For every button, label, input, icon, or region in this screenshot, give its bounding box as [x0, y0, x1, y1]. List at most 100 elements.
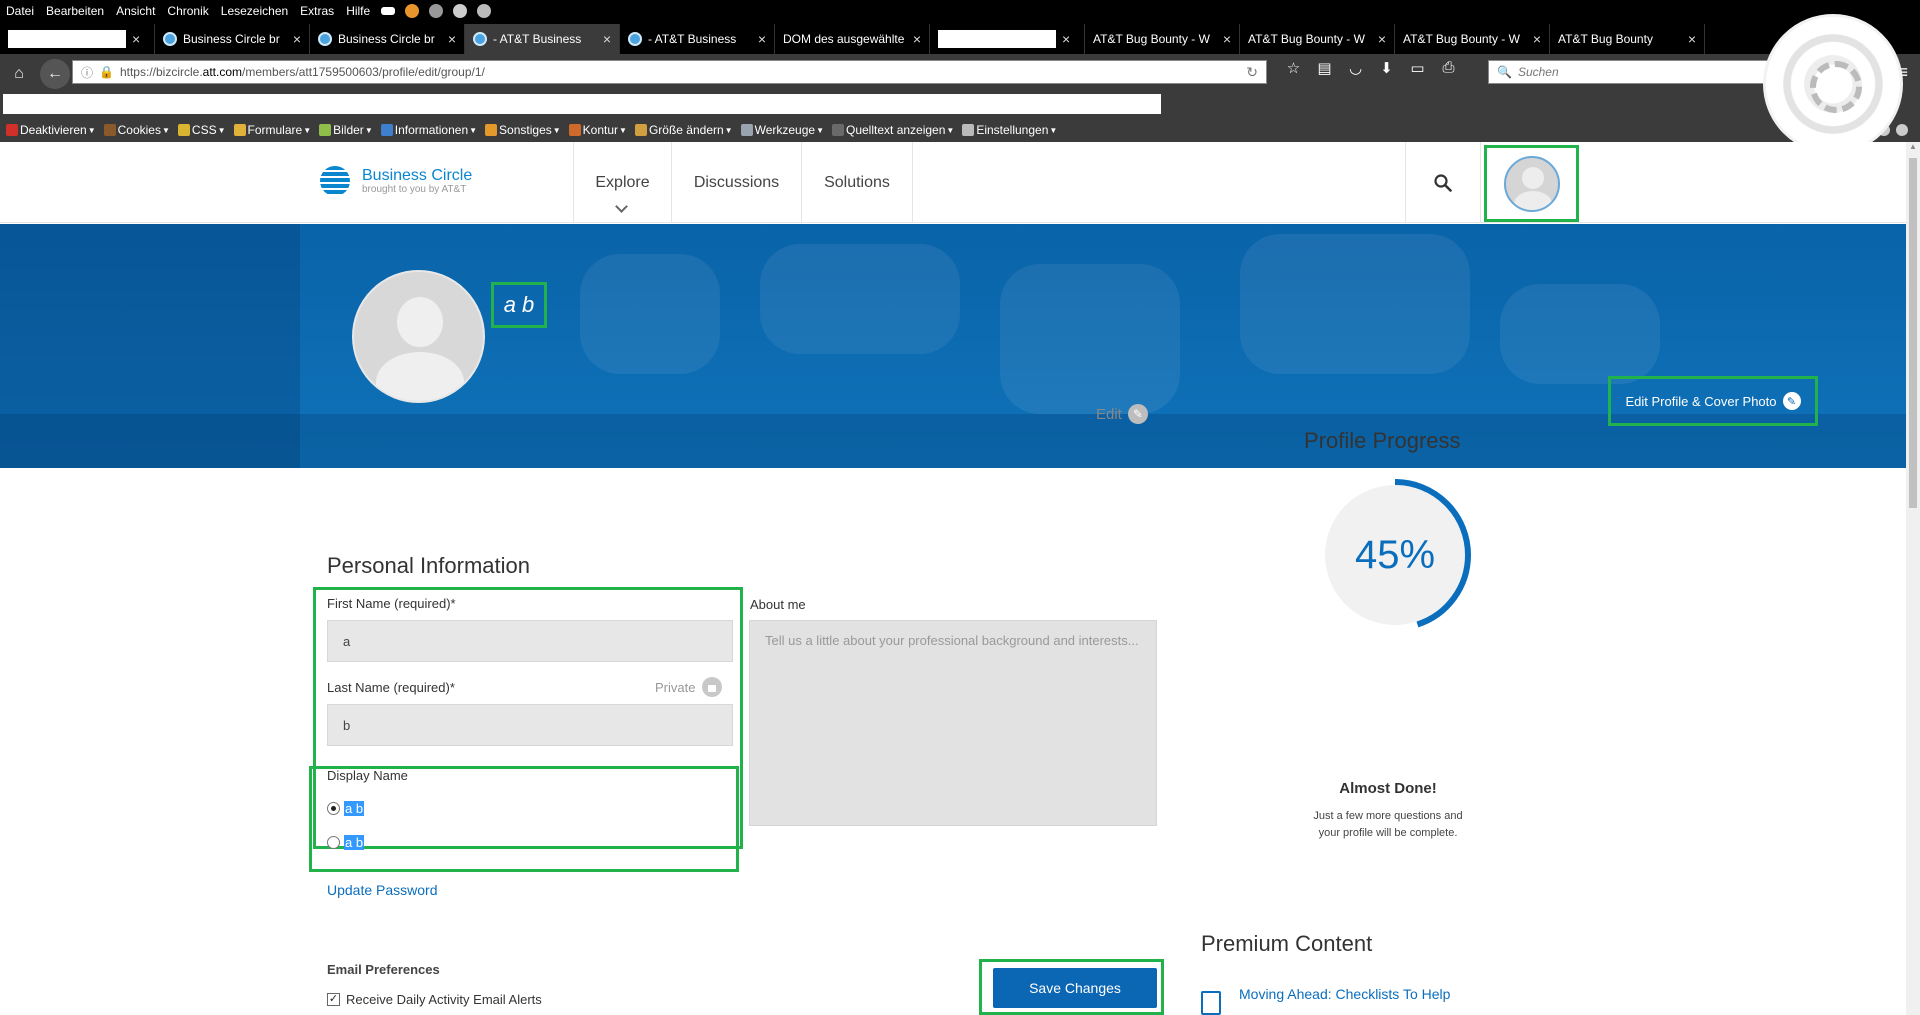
checkbox-checked[interactable]: ✓: [327, 993, 340, 1006]
private-toggle[interactable]: Private: [655, 677, 723, 697]
devtool-menu[interactable]: Quelltext anzeigen ▼: [832, 123, 954, 137]
reload-icon[interactable]: ↻: [1246, 64, 1258, 81]
close-tab-icon[interactable]: ×: [1062, 31, 1070, 47]
home-icon[interactable]: ⌂: [4, 59, 34, 89]
devtool-menu[interactable]: CSS ▼: [177, 123, 226, 137]
browser-tab[interactable]: AT&T Bug Bounty - W ×: [1395, 24, 1550, 54]
reader-view-icon[interactable]: ▭: [1402, 59, 1433, 77]
close-tab-icon[interactable]: ×: [913, 31, 921, 47]
globe-addon-icon[interactable]: [429, 4, 444, 18]
devtool-label: Quelltext anzeigen: [846, 123, 946, 137]
premium-item-link[interactable]: Moving Ahead: Checklists To Help: [1239, 986, 1450, 1002]
gear-addon-icon[interactable]: [453, 4, 468, 18]
business-circle-logo[interactable]: Business Circle brought to you by AT&T: [320, 166, 472, 196]
close-tab-icon[interactable]: ×: [448, 31, 456, 47]
web-developer-toolbar: Deaktivieren ▼ Cookies ▼ CSS ▼ Formulare ▼ Bilde…: [0, 118, 1920, 142]
devtool-menu[interactable]: Deaktivieren ▼: [6, 123, 96, 137]
blank-toolbar-field[interactable]: [3, 94, 1161, 114]
display-option-1[interactable]: a b: [327, 801, 365, 816]
firefox-addon-icon[interactable]: [405, 4, 420, 18]
close-tab-icon[interactable]: ×: [1688, 31, 1696, 47]
close-tab-icon[interactable]: ×: [1533, 31, 1541, 47]
tab-title: Business Circle br: [338, 32, 435, 46]
bookmark-star-icon[interactable]: ☆: [1278, 59, 1309, 77]
devtool-icon: [962, 124, 975, 136]
about-me-placeholder: Tell us a little about your professional…: [765, 633, 1139, 648]
user-avatar-button[interactable]: [1484, 145, 1579, 222]
nav-explore[interactable]: Explore: [573, 142, 671, 223]
devtool-label: Kontur: [582, 123, 619, 137]
nav-discussions[interactable]: Discussions: [671, 142, 801, 223]
info-icon[interactable]: ⓘ: [81, 64, 93, 81]
url-bar[interactable]: ⓘ 🔒 https://bizcircle. att.com/members/at…: [72, 60, 1267, 84]
profile-picture[interactable]: [352, 270, 485, 403]
first-name-field[interactable]: a: [327, 620, 733, 662]
update-password-link[interactable]: Update Password: [327, 882, 438, 898]
browser-tab[interactable]: AT&T Bug Bounty ×: [1550, 24, 1705, 54]
navigation-toolbar: ⌂ ← ⓘ 🔒 https://bizcircle. att.com/member…: [0, 54, 1920, 94]
mask-addon-icon[interactable]: [381, 7, 396, 15]
menu-lesezeichen[interactable]: Lesezeichen: [215, 4, 294, 18]
search-bar[interactable]: 🔍 Suchen: [1488, 60, 1768, 84]
menu-hilfe[interactable]: Hilfe: [340, 4, 376, 18]
devtool-menu[interactable]: Bilder ▼: [319, 123, 373, 137]
menu-extras[interactable]: Extras: [294, 4, 340, 18]
search-icon: [1434, 173, 1452, 192]
browser-tab[interactable]: Business Circle br ×: [155, 24, 310, 54]
browser-tab[interactable]: - AT&T Business ×: [620, 24, 775, 54]
daily-alerts-option[interactable]: ✓ Receive Daily Activity Email Alerts: [327, 992, 542, 1007]
pocket-icon[interactable]: ◡: [1340, 59, 1371, 77]
browser-tab[interactable]: ×: [0, 24, 155, 54]
scrollbar-thumb[interactable]: [1909, 158, 1917, 508]
browser-tab[interactable]: Business Circle br ×: [310, 24, 465, 54]
dropdown-arrow-icon: ▼: [303, 125, 312, 135]
menu-datei[interactable]: Datei: [0, 4, 40, 18]
close-tab-icon[interactable]: ×: [132, 31, 140, 47]
devtool-menu[interactable]: Werkzeuge ▼: [740, 123, 824, 137]
radio-selected[interactable]: [327, 802, 340, 815]
page-content: Business Circle brought to you by AT&T E…: [0, 142, 1906, 1015]
menu-chronik[interactable]: Chronik: [161, 4, 214, 18]
close-tab-icon[interactable]: ×: [603, 31, 611, 47]
profile-display-name: a b: [491, 282, 547, 328]
plugin-addon-icon[interactable]: [477, 4, 492, 18]
browser-tab[interactable]: DOM des ausgewählte ×: [775, 24, 930, 54]
close-tab-icon[interactable]: ×: [1223, 31, 1231, 47]
devtool-menu[interactable]: Formulare ▼: [233, 123, 312, 137]
devtool-menu[interactable]: Informationen ▼: [380, 123, 477, 137]
tab-title: Business Circle br: [183, 32, 280, 46]
nav-solutions[interactable]: Solutions: [801, 142, 913, 223]
browser-tab[interactable]: AT&T Bug Bounty - W ×: [1240, 24, 1395, 54]
display-option-2[interactable]: a b: [327, 835, 365, 850]
browser-tab[interactable]: ×: [930, 24, 1085, 54]
devtool-menu[interactable]: Cookies ▼: [103, 123, 170, 137]
devtool-menu[interactable]: Größe ändern ▼: [634, 123, 733, 137]
last-name-field[interactable]: b: [327, 704, 733, 746]
scroll-up-icon[interactable]: ▲: [1906, 142, 1920, 156]
dropdown-arrow-icon: ▼: [816, 125, 824, 135]
edit-profile-cover-button[interactable]: Edit Profile & Cover Photo ✎: [1608, 376, 1818, 426]
premium-item[interactable]: Moving Ahead: Checklists To Help: [1201, 986, 1450, 1015]
bookmarks-list-icon[interactable]: ▤: [1309, 59, 1340, 77]
close-tab-icon[interactable]: ×: [1378, 31, 1386, 47]
cover-photo-banner: a b Edit Profile & Cover Photo ✎: [0, 224, 1906, 468]
close-tab-icon[interactable]: ×: [293, 31, 301, 47]
print-icon[interactable]: ⎙: [1433, 59, 1464, 77]
radio-unselected[interactable]: [327, 836, 340, 849]
browser-tab[interactable]: AT&T Bug Bounty - W ×: [1085, 24, 1240, 54]
page-scrollbar[interactable]: ▲: [1906, 142, 1920, 1015]
browser-tab[interactable]: - AT&T Business ×: [465, 24, 620, 54]
save-changes-button[interactable]: Save Changes: [993, 968, 1157, 1008]
about-me-textarea[interactable]: Tell us a little about your professional…: [749, 620, 1157, 826]
devtool-icon: [740, 124, 753, 136]
site-search-button[interactable]: [1405, 142, 1481, 223]
edit-link[interactable]: Edit ✎: [1096, 404, 1148, 424]
close-tab-icon[interactable]: ×: [758, 31, 766, 47]
back-icon[interactable]: ←: [40, 59, 70, 89]
menu-ansicht[interactable]: Ansicht: [110, 4, 161, 18]
devtool-menu[interactable]: Einstellungen ▼: [962, 123, 1057, 137]
download-icon[interactable]: ⬇: [1371, 59, 1402, 77]
devtool-menu[interactable]: Kontur ▼: [568, 123, 627, 137]
devtool-menu[interactable]: Sonstiges ▼: [485, 123, 561, 137]
menu-bearbeiten[interactable]: Bearbeiten: [40, 4, 110, 18]
